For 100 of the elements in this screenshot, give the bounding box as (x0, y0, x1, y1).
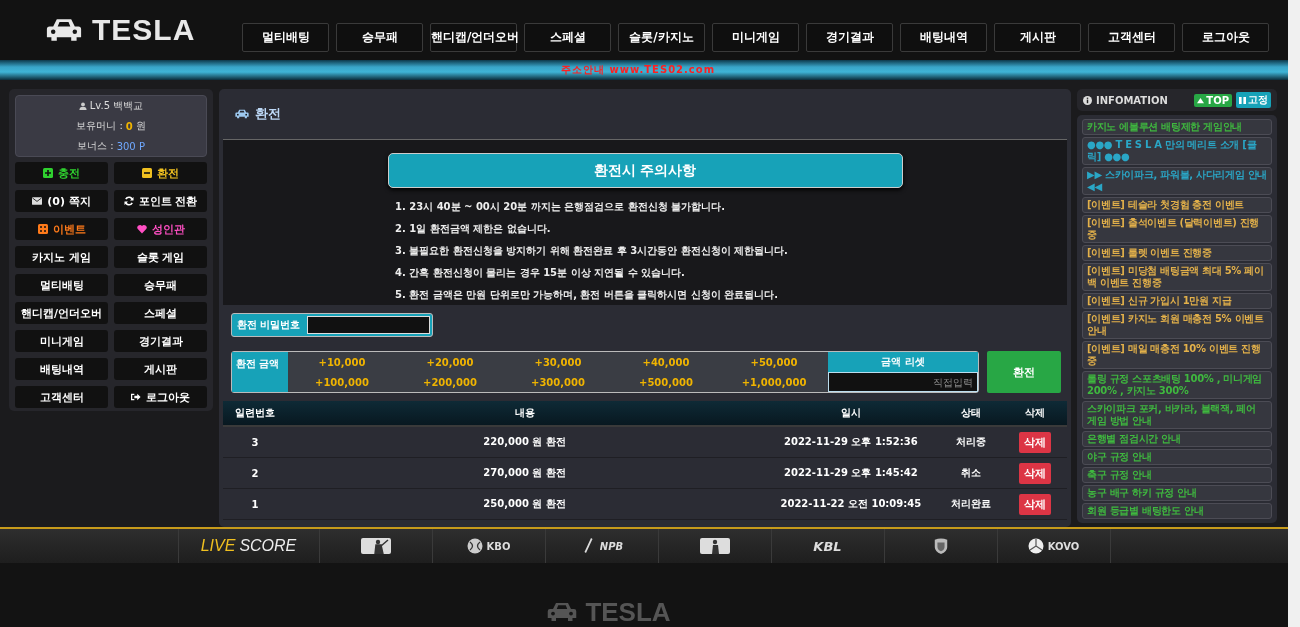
nav-button[interactable]: 게시판 (994, 22, 1081, 52)
delete-button[interactable]: 삭제 (1019, 493, 1052, 515)
menu-button[interactable]: 스페셜 (114, 302, 207, 324)
nav-button[interactable]: 멀티배팅 (242, 22, 329, 52)
logo-text: TESLA (585, 599, 671, 625)
menu-button[interactable]: 배팅내역 (15, 358, 108, 380)
column-header: 일련번호 (223, 401, 287, 426)
info-link[interactable]: 회원 등급별 배팅한도 안내 (1082, 503, 1272, 519)
table-cell: 270,000 원 환전 (286, 457, 763, 489)
info-link[interactable]: [이벤트] 신규 가입시 1만원 지급 (1082, 293, 1272, 309)
amount-button[interactable]: +500,000 (612, 376, 720, 388)
column-header: 내용 (286, 401, 763, 426)
menu-button[interactable]: 핸디캡/언더오버 (15, 302, 108, 324)
menu-button[interactable]: 멀티배팅 (15, 274, 108, 296)
info-link[interactable]: [이벤트] 출석이벤트 (달력이벤트) 진행중 (1082, 215, 1272, 243)
league-label[interactable]: KBO (486, 540, 511, 552)
notice-text: 1. 23시 40분 ~ 00시 20분 까지는 은행점검으로 환전신청 불가합니다. (395, 200, 726, 214)
info-link[interactable]: [이벤트] 매일 매충전 10% 이벤트 진행중 (1082, 341, 1272, 369)
player-icon[interactable] (699, 538, 730, 554)
menu-button[interactable]: (0) 쪽지 (15, 190, 108, 212)
menu-button[interactable]: 성인관 (114, 218, 207, 240)
amount-button[interactable]: +10,000 (288, 356, 396, 368)
car-icon (235, 109, 249, 119)
amount-button[interactable]: +20,000 (396, 356, 504, 368)
heart-icon (136, 224, 147, 234)
table-cell: 2022-11-22 오전 10:09:45 (762, 488, 940, 520)
nav-button[interactable]: 경기결과 (806, 22, 893, 52)
league-label[interactable]: KBL (813, 538, 842, 554)
info-link[interactable]: 카지노 에볼루션 배팅제한 게임안내 (1082, 119, 1272, 135)
table-cell: 3 (223, 426, 287, 458)
page-title: 환전 (255, 105, 281, 123)
refresh-icon (123, 196, 134, 206)
amount-button[interactable]: +300,000 (504, 376, 612, 388)
nav-button[interactable]: 승무패 (336, 22, 423, 52)
amount-button[interactable]: +50,000 (720, 356, 828, 368)
menu-button[interactable]: 로그아웃 (114, 386, 207, 408)
address-notice: 주소안내 www.TES02.com (560, 63, 716, 77)
dice-icon (37, 224, 48, 234)
league-label[interactable]: KOVO (1047, 540, 1080, 552)
volleyball-icon[interactable] (1027, 538, 1044, 554)
car-icon (547, 601, 578, 623)
notice-text: 4. 간혹 환전신청이 몰리는 경우 15분 이상 지연될 수 있습니다. (395, 266, 686, 280)
nav-button[interactable]: 고객센터 (1088, 22, 1175, 52)
info-link[interactable]: 농구 배구 하키 규정 안내 (1082, 485, 1272, 501)
amount-button[interactable]: +40,000 (612, 356, 720, 368)
user-icon (78, 102, 87, 110)
table-cell: 처리완료 (939, 488, 1004, 520)
table-cell: 2022-11-29 오후 1:52:36 (762, 426, 940, 458)
menu-button[interactable]: 승무패 (114, 274, 207, 296)
minus-icon (142, 168, 152, 178)
menu-button[interactable]: 카지노 게임 (15, 246, 108, 268)
menu-button[interactable]: 포인트 전환 (114, 190, 207, 212)
nav-button[interactable]: 스페셜 (524, 22, 611, 52)
bonus-text: 보너스 : 300 P (77, 139, 145, 153)
nav-button[interactable]: 핸디캡/언더오버 (430, 22, 517, 52)
info-icon (1083, 95, 1092, 105)
shield-icon[interactable] (932, 538, 949, 554)
notice-text: 2. 1일 환전금액 제한은 없습니다. (395, 222, 552, 236)
logout-icon (131, 392, 141, 402)
nav-button[interactable]: 배팅내역 (900, 22, 987, 52)
logo-text: TESLA (92, 13, 196, 47)
menu-button[interactable]: 미니게임 (15, 330, 108, 352)
info-link[interactable]: 야구 규정 안내 (1082, 449, 1272, 465)
info-link[interactable]: ▶▶ 스카이파크, 파워볼, 사다리게임 안내 ◀◀ (1082, 167, 1272, 195)
menu-button[interactable]: 이벤트 (15, 218, 108, 240)
info-link[interactable]: [이벤트] 미당첨 배팅금액 최대 5% 페이백 이벤트 진행중 (1082, 263, 1272, 291)
nav-button[interactable]: 슬롯/카지노 (618, 22, 705, 52)
menu-button[interactable]: 충전 (15, 162, 108, 184)
table-cell: 2022-11-29 오후 1:45:42 (762, 457, 940, 489)
info-link[interactable]: [이벤트] 테슬라 첫경험 충전 이벤트 (1082, 197, 1272, 213)
menu-button[interactable]: 게시판 (114, 358, 207, 380)
table-cell: 2 (223, 457, 287, 489)
table-cell: 처리중 (939, 426, 1004, 458)
amount-button[interactable]: +1,000,000 (720, 376, 828, 388)
up-triangle-icon (1197, 96, 1205, 104)
amount-button[interactable]: +200,000 (396, 376, 504, 388)
nav-button[interactable]: 로그아웃 (1182, 22, 1269, 52)
menu-button[interactable]: 슬롯 게임 (114, 246, 207, 268)
batter-icon[interactable] (360, 538, 391, 554)
delete-button[interactable]: 삭제 (1019, 431, 1052, 453)
amount-button[interactable]: +100,000 (288, 376, 396, 388)
ball-icon[interactable] (466, 538, 483, 554)
info-link[interactable]: 스카이파크 포커, 바카라, 블랙잭, 페어 게임 방법 안내 (1082, 401, 1272, 429)
league-label[interactable]: NPB (599, 540, 624, 552)
info-link[interactable]: [이벤트] 룰렛 이벤트 진행중 (1082, 245, 1272, 261)
menu-button[interactable]: 경기결과 (114, 330, 207, 352)
custom-amount-field[interactable]: 직접입력 (828, 372, 978, 392)
info-link[interactable]: 롤링 규정 스포츠배팅 100% , 미니게임 200% , 카지노 300% (1082, 371, 1272, 399)
notice-title: 환전시 주의사항 (387, 153, 903, 188)
menu-button[interactable]: 고객센터 (15, 386, 108, 408)
info-link[interactable]: ●●● T E S L A 만의 메리트 소개 [클릭] ●●● (1082, 137, 1272, 165)
site-logo[interactable]: TESLA (46, 13, 226, 47)
delete-button[interactable]: 삭제 (1019, 462, 1052, 484)
info-link[interactable]: 축구 규정 안내 (1082, 467, 1272, 483)
info-link[interactable]: 은행별 점검시간 안내 (1082, 431, 1272, 447)
amount-button[interactable]: +30,000 (504, 356, 612, 368)
menu-button[interactable]: 환전 (114, 162, 207, 184)
notice-text: 3. 불필요한 환전신청을 방지하기 위해 환전완료 후 3시간동안 환전신청이 제한됩니다. (395, 244, 788, 258)
info-link[interactable]: [이벤트] 카지노 회원 매충전 5% 이벤트 안내 (1082, 311, 1272, 339)
nav-button[interactable]: 미니게임 (712, 22, 799, 52)
